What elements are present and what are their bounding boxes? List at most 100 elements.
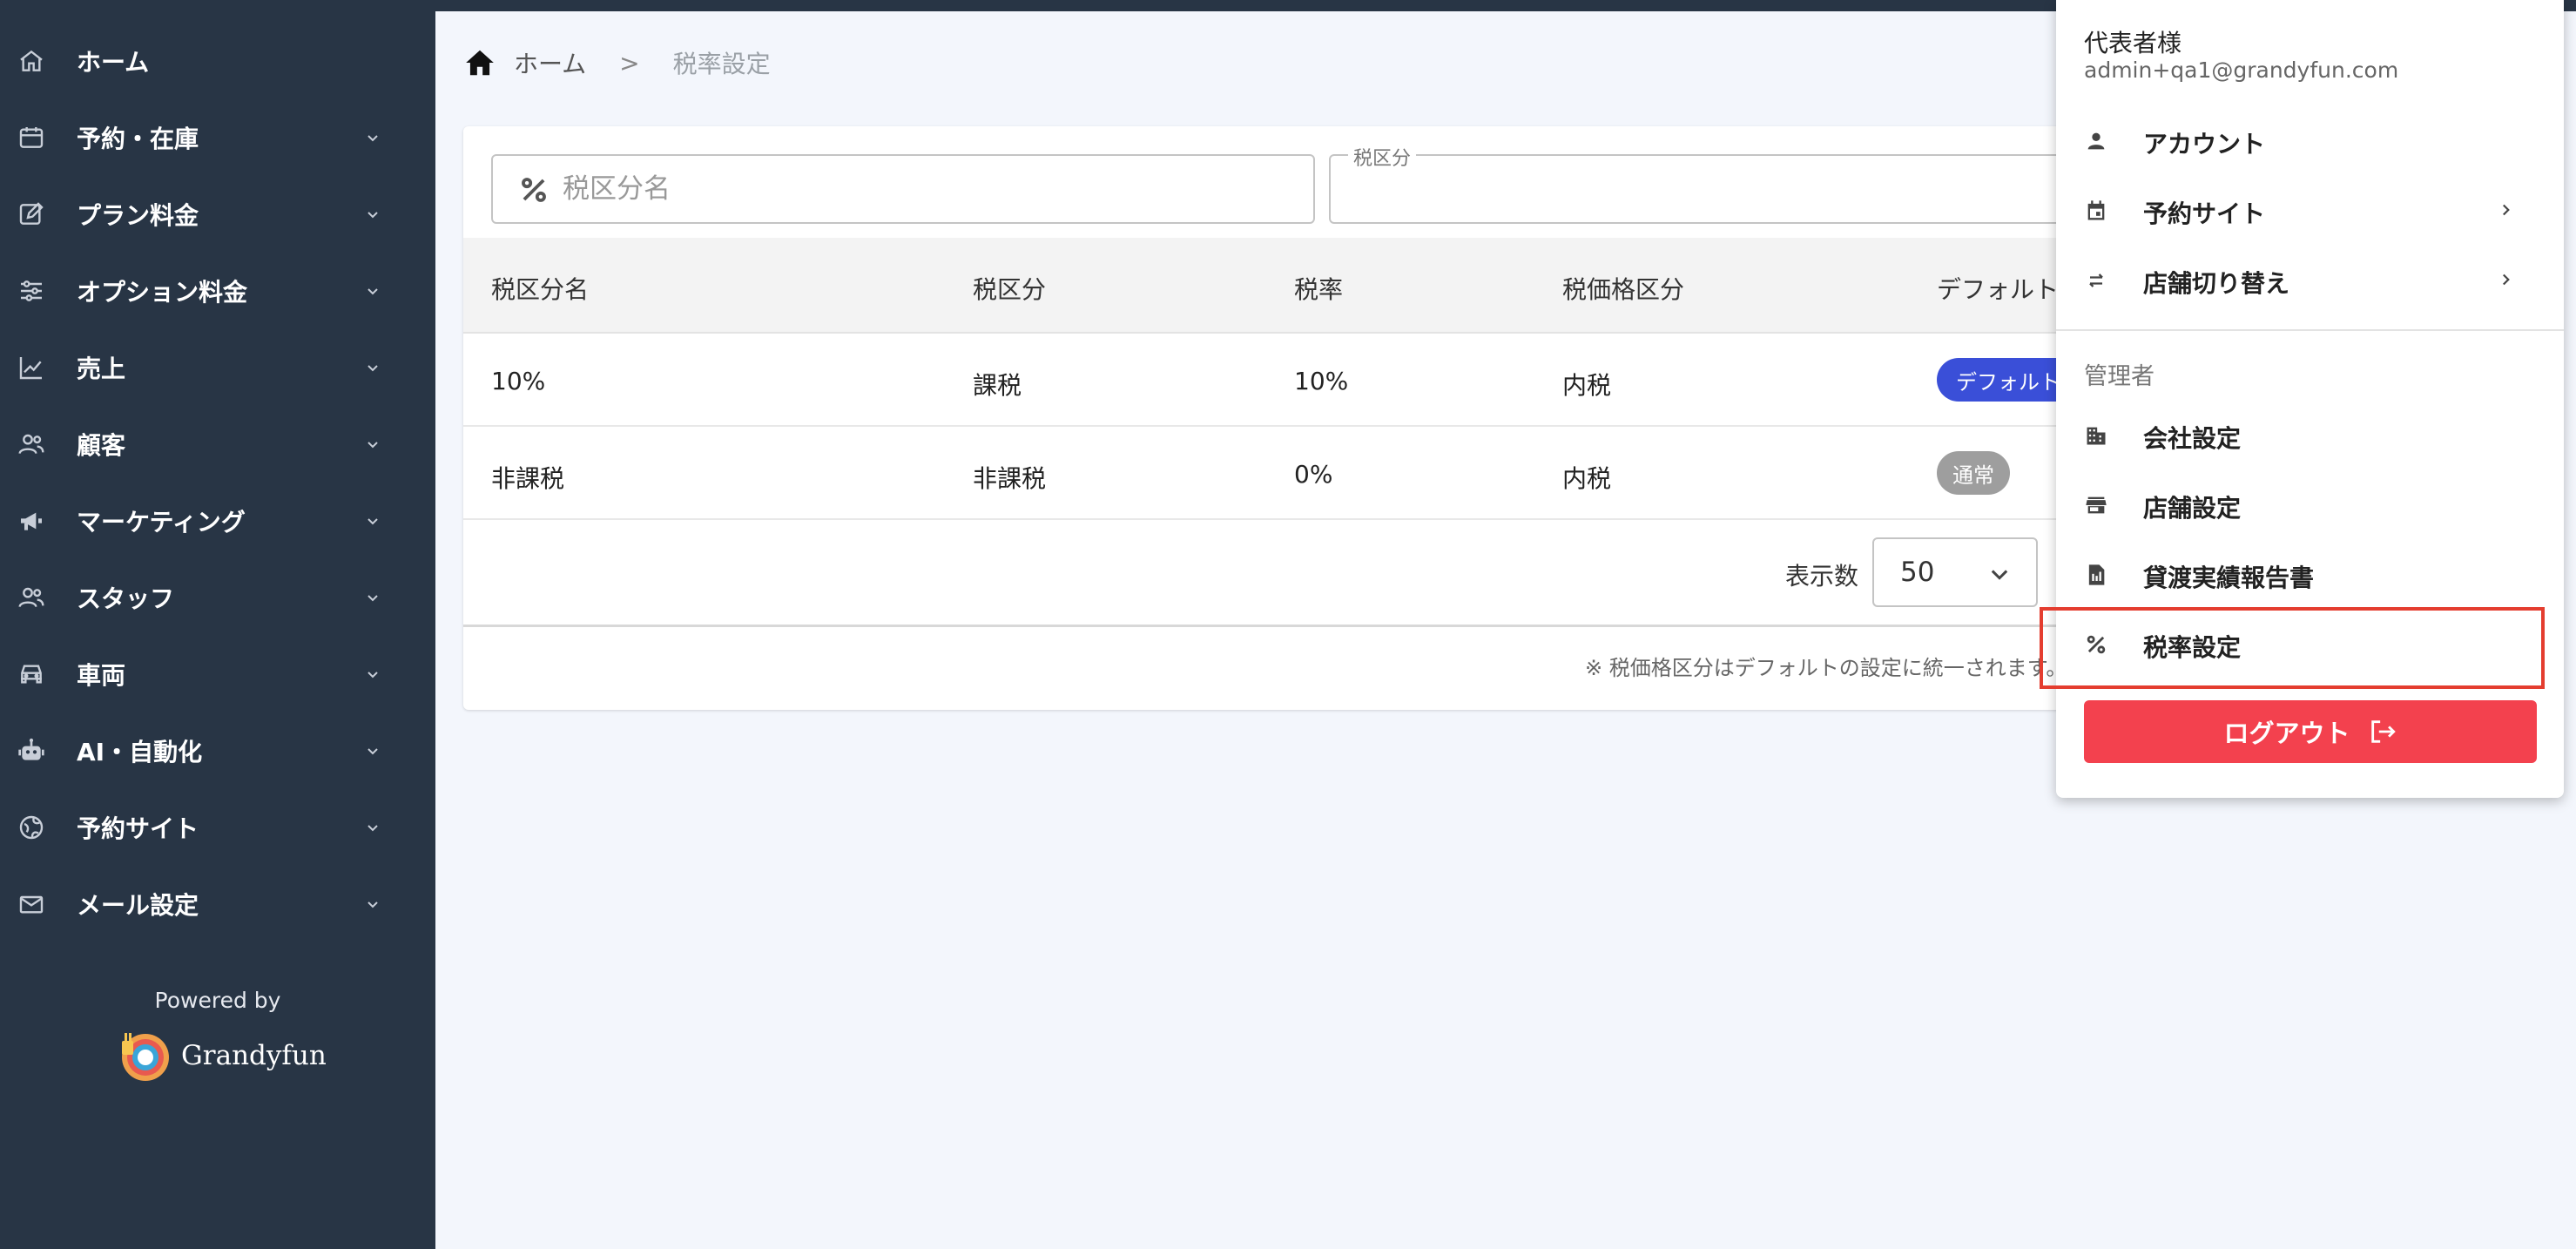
menu-item-store-switch[interactable]: 店舗切り替え [2056,246,2564,315]
cell-price-type: 内税 [1562,464,1612,493]
person-icon [2087,132,2105,150]
menu-item-label: 予約サイト [2143,199,2266,228]
mail-icon [17,890,45,918]
cell-name: 10% [491,367,546,395]
brand-logo: Grandyfun [117,1026,343,1085]
sidebar-item-label: AI・自動化 [77,738,203,766]
globe-icon [17,814,45,841]
logout-button[interactable]: ログアウト [2084,700,2537,763]
sidebar-item-label: 顧客 [77,431,126,460]
menu-item-booking-site[interactable]: 予約サイト [2056,176,2564,246]
sidebar-item-label: 車両 [77,661,126,690]
staff-icon [17,584,45,611]
column-header-name: 税区分名 [491,275,590,304]
megaphone-icon [17,507,45,535]
menu-item-label: アカウント [2143,130,2266,159]
chevron-down-icon [364,895,381,913]
search-field[interactable] [491,154,1315,224]
breadcrumb-current: 税率設定 [672,50,771,78]
sidebar-item-label: プラン料金 [77,201,199,230]
cell-rate: 10% [1294,367,1349,395]
chevron-down-icon [364,665,381,683]
building-icon [2087,427,2106,445]
cell-rate: 0% [1294,460,1333,489]
menu-item-rental-report[interactable]: 貸渡実績報告書 [2056,540,2564,610]
per-page-select[interactable]: 50 [1872,537,2038,607]
sidebar-item-sales[interactable]: 売上 [0,329,435,406]
cell-category: 課税 [973,371,1022,400]
cell-price-type: 内税 [1562,371,1612,400]
sidebar: ホーム 予約・在庫 プラン料金 オプション料金 売上 顧客 マーケティング スタ… [0,0,435,1249]
users-icon [17,430,45,458]
chevron-down-icon [364,589,381,606]
chevron-down-icon [364,819,381,836]
grandyfun-logo-icon [122,1033,169,1081]
store-icon [2086,496,2107,514]
chevron-right-icon [2503,273,2510,286]
chevron-down-icon [364,282,381,300]
car-icon [17,660,45,688]
calendar-icon [17,124,45,152]
sidebar-item-marketing[interactable]: マーケティング [0,483,435,559]
breadcrumb: ホーム > 税率設定 [463,44,771,82]
highlight-box [2040,607,2545,689]
column-header-default: デフォルト [1937,275,2060,304]
sidebar-item-label: オプション料金 [77,278,248,307]
chevron-down-icon [364,129,381,146]
logout-icon [2370,720,2396,743]
sidebar-item-label: スタッフ [77,584,175,613]
breadcrumb-separator: > [619,48,640,78]
sidebar-item-home[interactable]: ホーム [0,23,435,99]
sidebar-item-label: マーケティング [77,508,246,537]
menu-item-label: 会社設定 [2143,424,2242,453]
cell-category: 非課税 [973,464,1047,493]
user-email: admin+qa1@grandyfun.com [2084,57,2399,83]
menu-item-store-settings[interactable]: 店舗設定 [2056,470,2564,540]
edit-icon [17,200,45,228]
per-page-value: 50 [1900,557,1935,588]
sidebar-item-ai-automation[interactable]: AI・自動化 [0,712,435,789]
status-badge: 通常 [1937,451,2010,495]
powered-by-text: Powered by [154,988,281,1013]
chevron-down-icon [364,206,381,223]
menu-item-company-settings[interactable]: 会社設定 [2056,401,2564,470]
brand-name: Grandyfun [181,1040,327,1071]
sidebar-item-label: ホーム [77,48,150,77]
sidebar-item-booking-site[interactable]: 予約サイト [0,789,435,866]
divider [2056,329,2564,331]
chart-line-icon [17,354,45,381]
sidebar-item-option-pricing[interactable]: オプション料金 [0,253,435,329]
chevron-down-icon [364,359,381,376]
chevron-down-icon [1991,570,2008,580]
breadcrumb-home-link[interactable]: ホーム [514,45,586,80]
sidebar-item-reservations[interactable]: 予約・在庫 [0,99,435,176]
sidebar-item-plan-pricing[interactable]: プラン料金 [0,176,435,253]
sidebar-item-label: 予約・在庫 [77,125,199,153]
column-header-price-type: 税価格区分 [1562,275,1685,304]
admin-section-label: 管理者 [2084,363,2155,390]
home-icon[interactable] [463,46,496,79]
robot-icon [17,737,45,765]
sliders-icon [17,277,45,305]
percent-icon [522,178,546,202]
sidebar-item-customers[interactable]: 顧客 [0,406,435,483]
sidebar-item-mail-settings[interactable]: メール設定 [0,866,435,942]
cell-name: 非課税 [491,464,565,493]
per-page-label: 表示数 [1785,562,1859,591]
calendar-icon [2087,200,2105,220]
search-input[interactable] [563,165,1294,213]
sidebar-item-label: 予約サイト [77,814,199,843]
menu-item-label: 店舗切り替え [2143,269,2290,298]
swap-icon [2089,273,2103,287]
sidebar-item-vehicles[interactable]: 車両 [0,636,435,712]
menu-item-label: 店舗設定 [2143,494,2242,523]
logout-label: ログアウト [2223,719,2350,748]
report-icon [2088,564,2105,585]
sidebar-item-staff[interactable]: スタッフ [0,559,435,636]
chevron-down-icon [364,512,381,530]
chevron-down-icon [364,435,381,453]
menu-item-account[interactable]: アカウント [2056,106,2564,176]
footnote: ※ 税価格区分はデフォルトの設定に統一されます。 [1585,656,2067,680]
home-icon [17,47,45,75]
column-header-category: 税区分 [973,275,1047,304]
